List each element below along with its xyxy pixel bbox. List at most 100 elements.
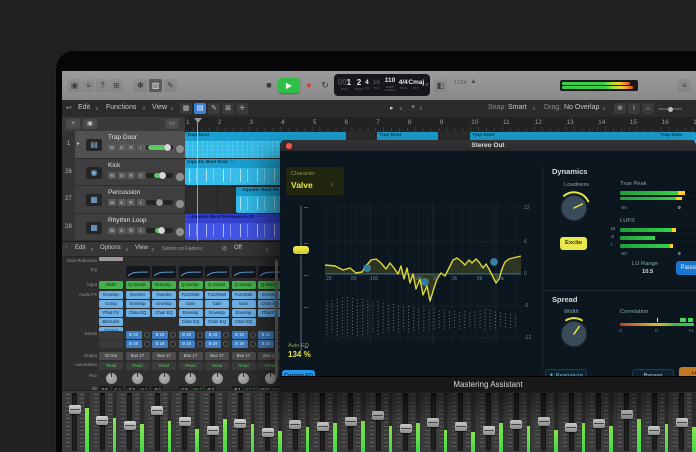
channel-pan-knob[interactable] — [157, 372, 171, 385]
channel-send[interactable]: B 16 — [125, 331, 142, 339]
track-i-button[interactable]: I — [136, 144, 145, 151]
channel-input[interactable]: Q-Sampl. — [205, 281, 229, 289]
fader-handle[interactable] — [261, 427, 274, 437]
channel-fx-slot[interactable]: FuzzWah — [178, 291, 203, 299]
bar-ruler[interactable]: 1234567891011121314151617 + ▣ ▭ — [62, 117, 696, 132]
secondary-tool-menu[interactable]: + — [411, 104, 415, 111]
fader-handle[interactable] — [482, 425, 495, 435]
pause-button[interactable]: Pause — [676, 261, 696, 275]
channel-send[interactable]: B 19 — [205, 340, 221, 348]
channel-send[interactable]: B 16 — [231, 331, 248, 339]
track-volume-slider[interactable] — [146, 171, 173, 179]
loudness-knob[interactable] — [557, 191, 591, 225]
track-header-kick[interactable]: 26 ◉ Kick M S R I — [62, 158, 185, 186]
fader-handle[interactable] — [620, 409, 633, 419]
fader-handle[interactable] — [316, 422, 329, 432]
fader-handle[interactable] — [123, 421, 136, 431]
fader-handle[interactable] — [289, 420, 302, 430]
channel-send[interactable]: B 16 — [258, 331, 274, 339]
channel-pan-knob[interactable] — [131, 372, 144, 385]
excite-button[interactable]: Excite — [560, 237, 587, 250]
fader-handle[interactable] — [592, 419, 605, 429]
empty-send-slot[interactable] — [99, 340, 123, 348]
lcd-chevron-icon[interactable]: ∨ — [423, 82, 430, 88]
drag-menu[interactable]: No Overlap — [564, 104, 599, 111]
channel-fx-slot[interactable]: Bitcrushr — [99, 318, 123, 326]
reanalyze-button[interactable]: ✦ Reanalyze — [545, 369, 587, 376]
channel-automation[interactable]: Read — [231, 362, 256, 370]
send-knob[interactable] — [223, 332, 229, 338]
metronome-icon[interactable]: ▲ — [470, 78, 477, 85]
screenshot-icon[interactable]: ▣ — [68, 79, 81, 92]
character-selector[interactable]: Character Valve ↕ — [286, 167, 344, 195]
mixer-icon[interactable]: ▥ — [149, 79, 162, 92]
send-knob[interactable] — [249, 332, 256, 338]
lcd-display[interactable]: 001 BAR 2 BEAT 4 DIV 18 TICK 110 KEEP TEMPO … — [334, 74, 430, 96]
channel-output[interactable]: Bus 17 — [152, 352, 176, 360]
mixer-back-icon[interactable]: ↑ — [65, 245, 68, 251]
track-name[interactable]: Percussion — [108, 189, 140, 196]
track-s-button[interactable]: S — [117, 226, 126, 234]
send-knob[interactable] — [249, 341, 256, 347]
arrange-option-icon-1[interactable]: I — [628, 103, 640, 114]
back-icon[interactable]: ↩ — [66, 104, 72, 112]
stop-button[interactable]: ■ — [262, 78, 276, 92]
track-m-button[interactable]: M — [108, 144, 116, 151]
channel-fx-slot[interactable]: Envelop — [152, 300, 176, 308]
track-zone-button[interactable]: ▭ — [165, 119, 179, 129]
track-r-button[interactable]: R — [127, 144, 135, 151]
menu-view[interactable]: View — [152, 104, 167, 111]
volume-knob[interactable] — [163, 144, 171, 151]
track-pan-knob[interactable] — [175, 171, 185, 182]
fader-handle[interactable] — [537, 417, 550, 427]
mixer-menu-view[interactable]: View — [135, 245, 148, 251]
channel-fx-slot[interactable]: Envelop — [205, 309, 229, 317]
mixer-scrollbar[interactable] — [275, 260, 278, 378]
track-header-rhythm-loop[interactable]: 28 ▦ Rhythm Loop M S R I — [62, 213, 185, 241]
record-button[interactable]: ● — [302, 78, 316, 92]
track-volume-slider[interactable] — [146, 226, 173, 234]
fader-handle[interactable] — [454, 422, 467, 432]
channel-fx-slot[interactable]: Chan EQ — [231, 318, 256, 326]
volume-knob[interactable] — [157, 226, 165, 234]
fader-handle[interactable] — [565, 423, 578, 433]
arrange-option-icon-0[interactable]: ⊕ — [614, 103, 626, 114]
channel-fx-slot[interactable]: Chan EQ — [152, 309, 176, 317]
fader-handle[interactable] — [427, 418, 440, 428]
control-bar-list-icon[interactable]: ≡ — [678, 79, 691, 92]
channel-output[interactable]: Bus 17 — [125, 352, 150, 360]
library-icon[interactable]: ≡ — [82, 79, 95, 92]
channel-fx-slot[interactable]: Chan EQ — [205, 318, 229, 326]
channel-fx-slot[interactable]: Gain — [178, 300, 203, 308]
track-name[interactable]: Rhythm Loop — [108, 217, 147, 224]
channel-input[interactable]: DrumSy.. — [152, 281, 176, 289]
fader-handle[interactable] — [399, 424, 412, 434]
channel-output[interactable]: Bus 17 — [178, 352, 203, 360]
track-m-button[interactable]: M — [108, 171, 116, 179]
pointer-tool-menu[interactable]: ▸ — [390, 104, 394, 112]
disclosure-icon[interactable]: ▸ — [77, 140, 80, 147]
track-m-button[interactable]: M — [108, 226, 116, 234]
playhead[interactable] — [193, 118, 202, 241]
track-s-button[interactable]: S — [117, 144, 126, 151]
channel-fx-slot[interactable]: FuzzWah — [205, 291, 229, 299]
view-mode-icon-0[interactable]: ▦ — [180, 103, 192, 114]
channel-automation[interactable]: Read — [152, 362, 176, 370]
track-volume-slider[interactable] — [146, 144, 173, 151]
channel-fx-slot[interactable]: Chan EQ — [178, 318, 203, 326]
channel-pan-knob[interactable] — [104, 372, 118, 385]
send-knob[interactable] — [196, 341, 203, 347]
channel-fx-slot[interactable]: Phat FX — [99, 309, 123, 317]
mixer-menu-options[interactable]: Options — [100, 245, 121, 251]
channel-send[interactable]: B 19 — [258, 340, 274, 348]
channel-fx-slot[interactable]: Envelop — [231, 309, 256, 317]
width-knob[interactable] — [557, 317, 591, 351]
volume-knob[interactable] — [156, 199, 163, 206]
loudness-compensation-button[interactable]: Loudn.. Compe.. — [679, 367, 696, 376]
channel-eq-thumbnail[interactable] — [125, 266, 150, 278]
send-knob[interactable] — [223, 341, 229, 347]
play-button[interactable]: ▶ — [278, 78, 300, 93]
track-r-button[interactable]: R — [127, 226, 135, 234]
channel-automation[interactable]: Read — [99, 362, 123, 370]
channel-eq-thumbnail[interactable] — [231, 266, 256, 278]
